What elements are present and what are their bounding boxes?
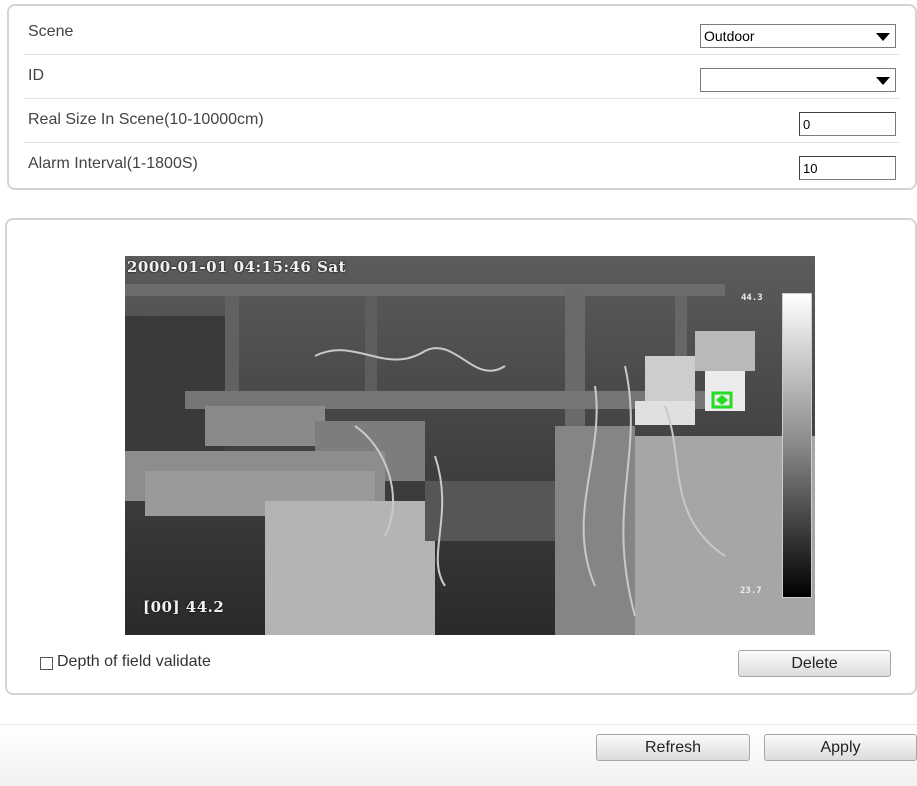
- dropdown-arrow-icon: [876, 33, 890, 41]
- id-label: ID: [28, 67, 44, 84]
- dropdown-arrow-icon: [876, 77, 890, 85]
- scene-select[interactable]: Outdoor: [700, 24, 896, 48]
- depth-validate-label: Depth of field validate: [57, 653, 211, 670]
- footer-bar: Refresh Apply: [0, 724, 917, 786]
- apply-button[interactable]: Apply: [764, 734, 917, 761]
- refresh-button[interactable]: Refresh: [596, 734, 750, 761]
- osd-temperature-reading: [00] 44.2: [143, 598, 225, 616]
- temperature-scale-max: 44.3: [741, 293, 763, 303]
- depth-validate-checkbox[interactable]: [40, 657, 53, 670]
- alarm-interval-input[interactable]: [799, 156, 896, 180]
- thermal-scene-image: [125, 256, 815, 635]
- alarm-interval-row: Alarm Interval(1-1800S): [24, 142, 900, 186]
- scene-select-value: Outdoor: [704, 28, 755, 44]
- alarm-interval-label: Alarm Interval(1-1800S): [28, 155, 198, 172]
- real-size-row: Real Size In Scene(10-10000cm): [24, 98, 900, 143]
- osd-datetime: 2000-01-01 04:15:46 Sat: [127, 258, 347, 276]
- real-size-label: Real Size In Scene(10-10000cm): [28, 111, 264, 128]
- delete-button[interactable]: Delete: [738, 650, 891, 677]
- real-size-input[interactable]: [799, 112, 896, 136]
- scene-label: Scene: [28, 23, 74, 40]
- temperature-scale-bar: [782, 293, 812, 598]
- id-select[interactable]: [700, 68, 896, 92]
- thermal-video-view[interactable]: 2000-01-01 04:15:46 Sat [00] 44.2 44.3 2…: [125, 256, 815, 635]
- id-row: ID: [24, 54, 900, 99]
- temperature-scale-min: 23.7: [740, 586, 762, 596]
- video-panel: 2000-01-01 04:15:46 Sat [00] 44.2 44.3 2…: [5, 218, 917, 695]
- scene-row: Scene Outdoor: [24, 10, 900, 55]
- settings-panel: Scene Outdoor ID Real Size In Scene(10-1…: [7, 4, 917, 190]
